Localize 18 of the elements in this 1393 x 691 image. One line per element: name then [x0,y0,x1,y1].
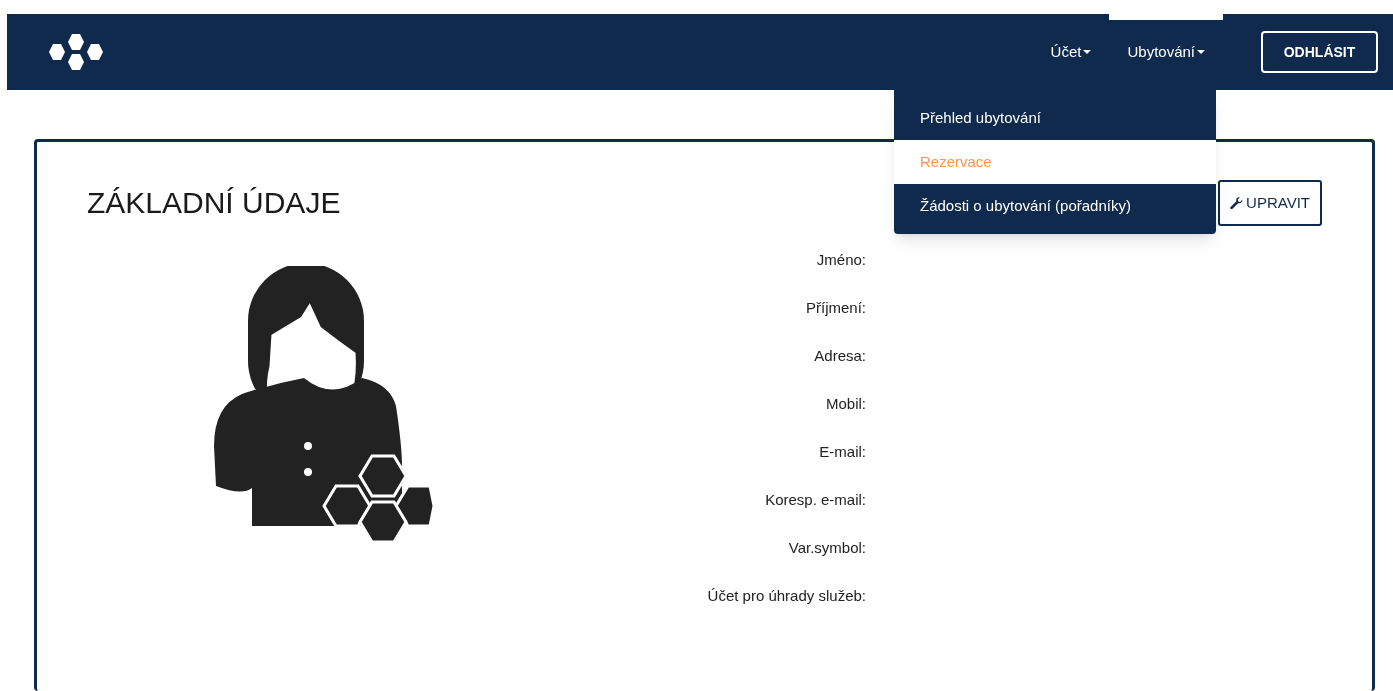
wrench-icon [1230,196,1244,210]
field-label: Účet pro úhrady služeb: [707,586,866,606]
field-label: Jméno: [816,250,866,270]
dropdown-item[interactable]: Přehled ubytování [894,96,1216,140]
section-title: ZÁKLADNÍ ÚDAJE [87,185,341,221]
edit-button[interactable]: UPRAVIT [1218,180,1322,226]
nav-menu-item[interactable]: Účet [1032,14,1110,90]
person-avatar-icon [212,266,436,544]
field-label: Příjmení: [806,298,866,318]
field-label: Var.symbol: [788,538,866,558]
caret-icon [1197,50,1205,54]
caret-icon [1083,50,1092,54]
field-label: E-mail: [819,442,866,462]
field-label: Mobil: [826,394,866,414]
field-label: Koresp. e-mail: [765,490,866,510]
dropdown-item[interactable]: Žádosti o ubytování (pořadníky) [894,184,1216,228]
field-label: Adresa: [814,346,866,366]
logout-button[interactable]: ODHLÁSIT [1261,31,1378,73]
